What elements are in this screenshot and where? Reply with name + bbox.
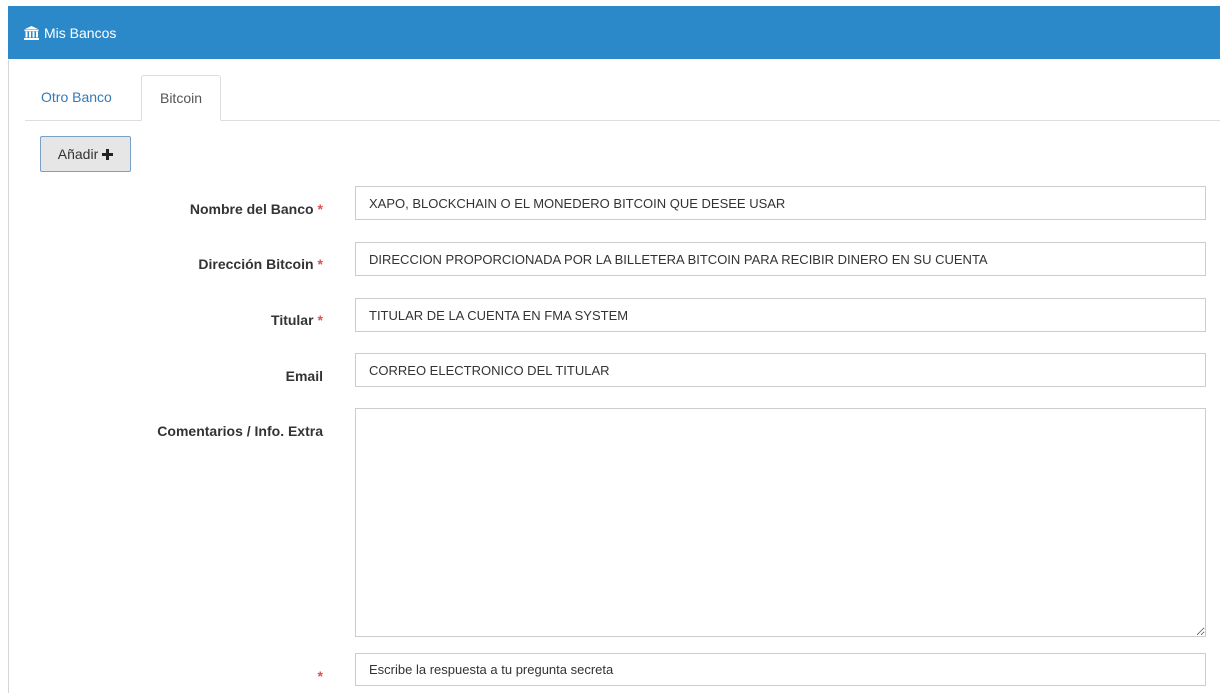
holder-label: Titular * (271, 312, 323, 328)
required-marker: * (317, 312, 323, 328)
email-input[interactable] (355, 353, 1206, 387)
bitcoin-address-input[interactable] (355, 242, 1206, 276)
add-button-label: Añadir (57, 146, 99, 162)
email-label: Email (286, 368, 323, 384)
bitcoin-address-label-text: Dirección Bitcoin (198, 256, 314, 272)
bank-name-label: Nombre del Banco * (190, 201, 323, 217)
secret-answer-label: * (314, 668, 323, 684)
required-marker: * (317, 668, 323, 684)
holder-input[interactable] (355, 298, 1206, 332)
tab-otro-banco[interactable]: Otro Banco (25, 75, 128, 120)
bank-name-input[interactable] (355, 186, 1206, 220)
comments-textarea[interactable] (355, 408, 1206, 637)
panel-border (8, 60, 9, 693)
bank-icon (24, 25, 39, 40)
tab-bitcoin[interactable]: Bitcoin (141, 75, 221, 121)
bank-name-label-text: Nombre del Banco (189, 201, 314, 217)
tab-bar: Otro Banco Bitcoin (25, 75, 1220, 121)
comments-label-text: Comentarios / Info. Extra (157, 423, 323, 439)
secret-answer-input[interactable] (355, 653, 1206, 686)
required-marker: * (317, 201, 323, 217)
panel-header: Mis Bancos (8, 6, 1220, 59)
holder-label-text: Titular (271, 312, 314, 328)
page: Mis Bancos Otro Banco Bitcoin Añadir Nom… (0, 0, 1220, 693)
required-marker: * (317, 256, 323, 272)
email-label-text: Email (285, 368, 323, 384)
panel-title: Mis Bancos (44, 24, 117, 41)
bitcoin-address-label: Dirección Bitcoin * (198, 256, 323, 272)
add-button[interactable]: Añadir (40, 136, 131, 172)
plus-icon (102, 148, 114, 160)
comments-label: Comentarios / Info. Extra (157, 423, 323, 439)
